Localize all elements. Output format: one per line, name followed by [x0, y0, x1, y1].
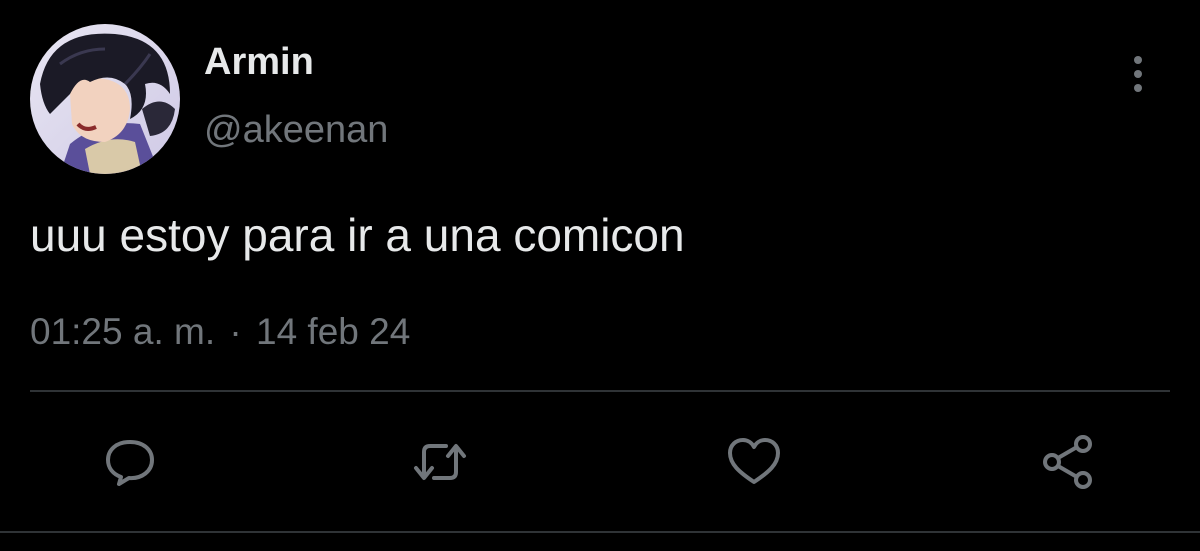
retweet-button[interactable] [410, 432, 470, 492]
share-button[interactable] [1038, 432, 1098, 492]
share-icon [1043, 435, 1092, 489]
tweet-date: 14 feb 24 [256, 311, 411, 352]
reply-button[interactable] [100, 432, 160, 492]
more-options-icon[interactable] [1118, 50, 1158, 98]
tweet-text: uuu estoy para ir a una comicon [30, 209, 685, 261]
bottom-divider [0, 531, 1200, 533]
retweet-arrows-icon [414, 444, 466, 480]
tweet-timestamp[interactable]: 01:25 a. m. · 14 feb 24 [30, 310, 410, 354]
user-handle[interactable]: @akeenan [204, 108, 388, 152]
tweet-time: 01:25 a. m. [30, 311, 216, 352]
divider [30, 390, 1170, 392]
avatar-image [30, 24, 180, 174]
avatar[interactable] [30, 24, 180, 174]
meta-separator: · [229, 311, 242, 352]
heart-icon [728, 438, 780, 484]
like-button[interactable] [724, 432, 784, 492]
display-name[interactable]: Armin [204, 40, 314, 84]
speech-bubble-icon [106, 440, 154, 486]
